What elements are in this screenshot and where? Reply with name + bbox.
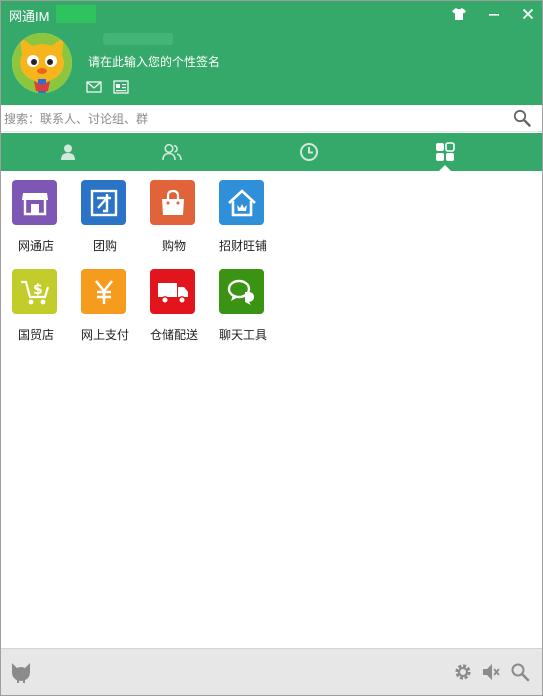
svg-text:$: $: [33, 282, 43, 298]
app-item-store[interactable]: 网通店: [6, 171, 66, 253]
search-input[interactable]: [4, 109, 504, 129]
title-redacted-block: [56, 5, 96, 23]
search-icon[interactable]: [510, 662, 530, 682]
shirt-icon: [452, 8, 466, 20]
app-label: 购物: [161, 239, 186, 253]
tuan-icon: [81, 180, 126, 225]
main-tabs: [0, 133, 543, 171]
app-item-online-payment[interactable]: 网上支付: [75, 260, 135, 342]
app-label: 网上支付: [80, 328, 129, 342]
title-bar: 网通IM: [0, 0, 543, 28]
search-icon[interactable]: [513, 109, 531, 127]
skin-button[interactable]: [447, 4, 471, 24]
tab-groups[interactable]: [104, 133, 240, 171]
close-icon: [522, 8, 534, 20]
active-tab-indicator: [439, 165, 451, 171]
app-label: 团购: [92, 239, 117, 253]
cat-logo-icon[interactable]: [10, 661, 32, 683]
app-item-fortune-shop[interactable]: 招财旺铺: [213, 171, 273, 253]
chat-bubbles-icon: [219, 269, 264, 314]
shopping-bag-icon: [150, 180, 195, 225]
profile-card-icon[interactable]: [113, 80, 129, 94]
footer-bar: [0, 648, 543, 696]
signature-text[interactable]: 请在此输入您的个性签名: [88, 53, 220, 70]
search-bar: [0, 105, 543, 132]
dollar-cart-icon: $: [12, 269, 57, 314]
grid-icon: [436, 142, 455, 161]
nickname-redacted-block: [103, 33, 173, 45]
app-label: 仓储配送: [149, 328, 198, 342]
mail-icon[interactable]: [86, 80, 102, 94]
close-button[interactable]: [516, 4, 540, 24]
tab-apps[interactable]: [377, 133, 513, 171]
cat-mascot-icon: [12, 33, 72, 93]
app-item-group-buy[interactable]: 团购: [75, 171, 135, 253]
shop-house-icon: [219, 180, 264, 225]
yuan-icon: [81, 269, 126, 314]
tab-recent[interactable]: [241, 133, 377, 171]
sound-mute-icon[interactable]: [481, 662, 501, 682]
header: 网通IM 请在此输入您的个性签名: [0, 0, 543, 105]
app-label: 聊天工具: [218, 328, 267, 342]
minimize-icon: [489, 14, 499, 16]
minimize-button[interactable]: [482, 4, 506, 24]
avatar[interactable]: [12, 33, 72, 93]
group-icon: [162, 143, 182, 161]
app-item-shopping[interactable]: 购物: [144, 171, 204, 253]
app-item-trade-store[interactable]: $ 国贸店: [6, 260, 66, 342]
app-item-warehouse-delivery[interactable]: 仓储配送: [144, 260, 204, 342]
app-title: 网通IM: [9, 9, 50, 24]
store-icon: [12, 180, 57, 225]
settings-gear-icon[interactable]: [453, 662, 473, 682]
truck-icon: [150, 269, 195, 314]
app-item-chat-tools[interactable]: 聊天工具: [213, 260, 273, 342]
app-label: 招财旺铺: [218, 239, 267, 253]
person-icon: [61, 144, 75, 160]
clock-icon: [300, 143, 318, 161]
